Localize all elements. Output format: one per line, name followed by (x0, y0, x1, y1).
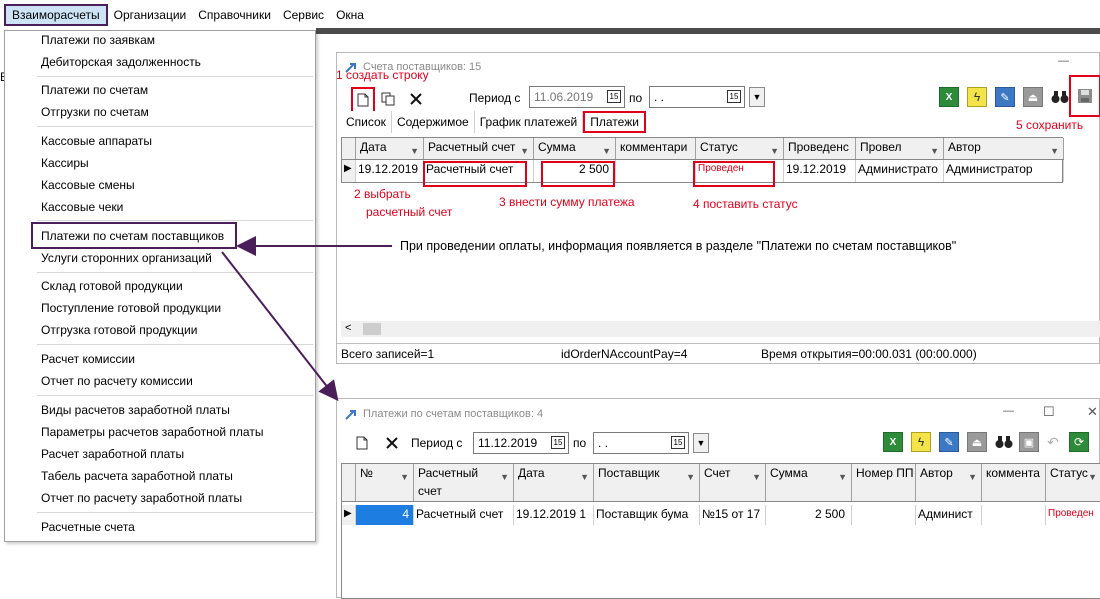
annotation-arrows (221, 236, 392, 402)
arrow-to-payments-window (221, 251, 339, 402)
